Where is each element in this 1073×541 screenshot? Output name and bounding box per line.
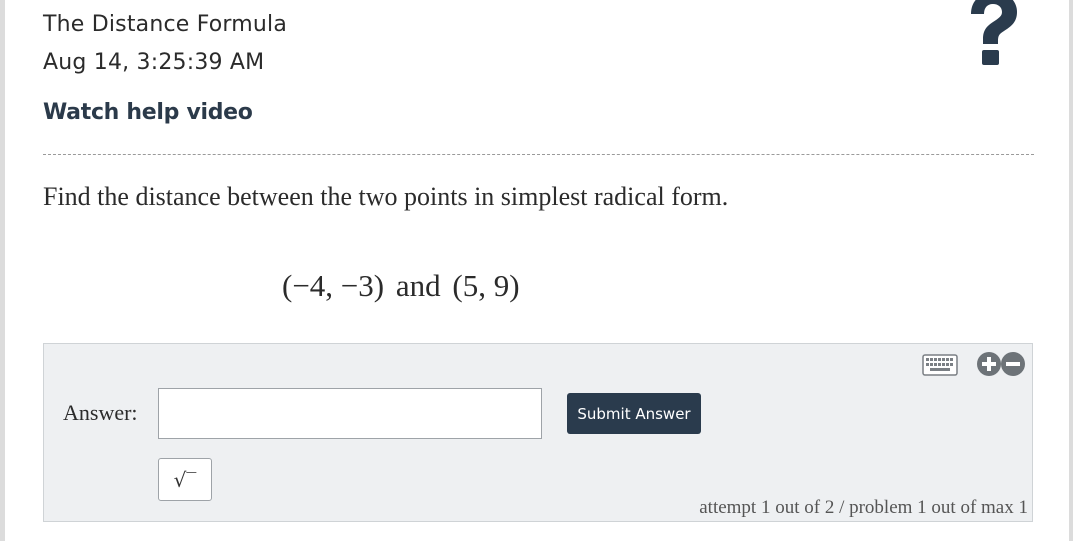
page-title: The Distance Formula [43,12,288,37]
plus-icon[interactable] [976,351,1002,377]
answer-label: Answer: [63,400,138,425]
sqrt-button[interactable]: √‾ [158,458,212,501]
answer-input[interactable] [158,388,542,439]
point-b: (5, 9) [452,268,520,303]
section-divider [43,154,1034,155]
conjunction: and [395,268,441,303]
question-mark-icon[interactable] [962,0,1022,68]
submit-answer-button[interactable]: Submit Answer [567,393,701,434]
point-a: (−4, −3) [282,268,385,303]
attempt-counter: attempt 1 out of 2 / problem 1 out of ma… [699,497,1028,518]
keyboard-icon[interactable] [922,352,958,378]
question-prompt: Find the distance between the two points… [43,182,729,211]
watch-help-video-link[interactable]: Watch help video [43,100,253,125]
right-border [1069,0,1073,541]
answer-panel: Answer: Submit Answer √‾ attempt 1 out o… [43,343,1033,522]
minus-icon[interactable] [1000,351,1026,377]
left-border [0,0,5,541]
timestamp: Aug 14, 3:25:39 AM [43,50,265,75]
math-expression: (−4, −3) and (5, 9) [282,268,520,304]
